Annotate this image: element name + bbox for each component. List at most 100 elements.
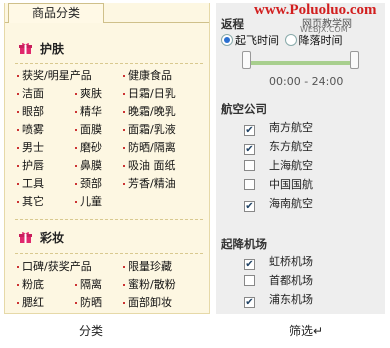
category-link-label: 健康食品	[128, 69, 172, 82]
checkbox-checked-icon[interactable]: ✔	[244, 125, 255, 136]
category-link-label: 磨砂	[80, 141, 102, 154]
watermark-site-domain: WEBJX.COM	[300, 25, 348, 34]
category-link-label: 粉底	[22, 278, 44, 291]
category-link[interactable]: 芳香/精油	[123, 175, 176, 192]
section-divider	[15, 219, 203, 220]
category-link[interactable]: 其它	[17, 193, 44, 210]
category-link[interactable]: 喷雾	[17, 121, 44, 138]
checkbox-label: 浦东机场	[269, 293, 313, 306]
category-link[interactable]: 面膜	[75, 121, 102, 138]
category-link[interactable]: 工具	[17, 175, 44, 192]
category-link[interactable]: 隔离	[75, 276, 102, 293]
category-link-label: 腮红	[22, 296, 44, 309]
category-link[interactable]: 蜜粉/散粉	[123, 276, 176, 293]
bullet-icon	[75, 284, 77, 286]
checkbox-unchecked-icon[interactable]	[244, 160, 255, 171]
category-link[interactable]: 眼部	[17, 103, 44, 120]
bullet-icon	[75, 201, 77, 203]
category-link-label: 面部卸妆	[128, 296, 172, 309]
category-link[interactable]: 口碑/获奖产品	[17, 258, 92, 275]
category-link-label: 喷雾	[22, 123, 44, 136]
bullet-icon	[75, 302, 77, 304]
radio-unselected-icon[interactable]	[284, 34, 297, 46]
checkbox-unchecked-icon[interactable]	[244, 275, 255, 286]
bullet-icon	[123, 266, 125, 268]
checkbox-checked-icon[interactable]: ✔	[244, 201, 255, 212]
airline-filter-option[interactable]: 中国国航	[244, 176, 313, 193]
checkbox-label: 中国国航	[269, 178, 313, 191]
caption-category: 分类	[79, 324, 104, 338]
bullet-icon	[17, 129, 19, 131]
checkbox-label: 海南航空	[269, 197, 313, 210]
bullet-icon	[75, 183, 77, 185]
airline-filter-option[interactable]: 上海航空	[244, 157, 313, 174]
category-link[interactable]: 限量珍藏	[123, 258, 172, 275]
category-link-label: 爽肤	[80, 87, 102, 100]
checkbox-unchecked-icon[interactable]	[244, 179, 255, 190]
checkbox-label: 南方航空	[269, 121, 313, 134]
bullet-icon	[17, 147, 19, 149]
tab-category[interactable]: 商品分类	[8, 3, 104, 23]
airline-filter-option[interactable]: ✔ 东方航空	[244, 138, 313, 155]
time-range-readout: 00:00 - 24:00	[269, 75, 344, 88]
category-link[interactable]: 面霜/乳液	[123, 121, 176, 138]
airline-filter-option[interactable]: ✔ 海南航空	[244, 195, 313, 212]
bullet-icon	[17, 165, 19, 167]
category-link-label: 颈部	[80, 177, 102, 190]
category-link[interactable]: 儿童	[75, 193, 102, 210]
schedule-title: 返程	[221, 17, 244, 31]
category-link[interactable]: 护唇	[17, 157, 44, 174]
category-link-label: 儿童	[80, 195, 102, 208]
category-link[interactable]: 面部卸妆	[123, 294, 172, 311]
bullet-icon	[17, 183, 19, 185]
category-link[interactable]: 健康食品	[123, 67, 172, 84]
bullet-icon	[17, 111, 19, 113]
category-link[interactable]: 爽肤	[75, 85, 102, 102]
airport-filter-option[interactable]: 首都机场	[244, 272, 313, 289]
checkbox-checked-icon[interactable]: ✔	[244, 297, 255, 308]
category-link[interactable]: 吸油 面纸	[123, 157, 176, 174]
bullet-icon	[17, 75, 19, 77]
bullet-icon	[17, 201, 19, 203]
bullet-icon	[123, 183, 125, 185]
category-panel: 商品分类 护肤 获奖/明星产品 健康食品 洁面 爽肤 日霜/日乳 眼部 精华 晚霜/晚乳 喷雾面…	[4, 3, 210, 314]
radio-arrival-time[interactable]: 降落时间	[284, 34, 345, 47]
bullet-icon	[123, 302, 125, 304]
category-link[interactable]: 获奖/明星产品	[17, 67, 92, 84]
radio-departure-time[interactable]: 起飞时间	[221, 34, 285, 47]
airport-filter-option[interactable]: ✔ 虹桥机场	[244, 253, 313, 270]
category-link[interactable]: 鼻膜	[75, 157, 102, 174]
bullet-icon	[75, 93, 77, 95]
section-divider	[15, 63, 203, 64]
bullet-icon	[17, 284, 19, 286]
bullet-icon	[123, 75, 125, 77]
slider-max-handle[interactable]	[350, 51, 359, 69]
caption-filter: 筛选↵	[289, 324, 324, 338]
slider-min-handle[interactable]	[242, 51, 251, 69]
airport-filter-option[interactable]: ✔ 浦东机场	[244, 291, 313, 308]
airline-filter-option[interactable]: ✔ 南方航空	[244, 119, 313, 136]
category-link[interactable]: 精华	[75, 103, 102, 120]
bullet-icon	[17, 93, 19, 95]
section-title: 护肤	[40, 42, 65, 56]
category-link[interactable]: 磨砂	[75, 139, 102, 156]
category-link[interactable]: 腮红	[17, 294, 44, 311]
category-link[interactable]: 粉底	[17, 276, 44, 293]
category-link[interactable]: 日霜/日乳	[123, 85, 176, 102]
category-link[interactable]: 防晒/隔离	[123, 139, 176, 156]
category-link-label: 吸油 面纸	[128, 159, 176, 172]
category-link-label: 眼部	[22, 105, 44, 118]
bullet-icon	[123, 129, 125, 131]
bullet-icon	[75, 111, 77, 113]
category-link[interactable]: 晚霜/晚乳	[123, 103, 176, 120]
checkbox-checked-icon[interactable]: ✔	[244, 144, 255, 155]
category-link[interactable]: 颈部	[75, 175, 102, 192]
category-link[interactable]: 洁面	[17, 85, 44, 102]
time-slider-track[interactable]	[247, 61, 355, 65]
category-link[interactable]: 防晒	[75, 294, 102, 311]
category-link-label: 防晒	[80, 296, 102, 309]
radio-label: 降落时间	[298, 34, 343, 47]
category-link[interactable]: 男士	[17, 139, 44, 156]
radio-selected-icon[interactable]	[221, 34, 233, 46]
checkbox-checked-icon[interactable]: ✔	[244, 259, 255, 270]
